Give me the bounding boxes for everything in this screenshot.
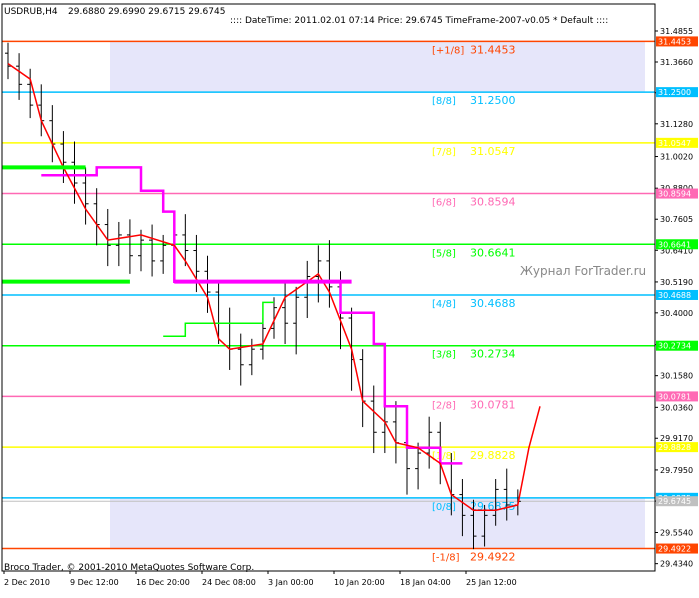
level-label: [-1/8] bbox=[432, 553, 460, 564]
level-value: 29.4922 bbox=[470, 551, 516, 564]
upper-zone bbox=[110, 41, 645, 93]
x-tick-label: 18 Jan 04:00 bbox=[400, 578, 451, 587]
chart-symbol: USDRUB,H4 bbox=[4, 7, 58, 17]
x-tick-label: 24 Dec 08:00 bbox=[202, 578, 256, 587]
price-tag-label: 30.0781 bbox=[658, 392, 691, 401]
x-tick-label: 10 Jan 20:00 bbox=[334, 578, 385, 587]
lower-zone bbox=[110, 497, 645, 549]
y-tick-label: 30.1580 bbox=[660, 372, 693, 381]
y-tick-label: 30.0360 bbox=[660, 403, 693, 412]
level-value: 29.8828 bbox=[470, 449, 516, 462]
price-chart[interactable]: [+1/8] 31.4453 [8/8] 31.2500 [7/8] 31.0547 [6/… bbox=[0, 0, 699, 594]
price-tag-label: 30.6641 bbox=[658, 240, 691, 249]
price-tag-label: 31.0547 bbox=[658, 139, 691, 148]
y-tick-label: 31.1280 bbox=[660, 120, 693, 129]
level-value: 30.8594 bbox=[470, 196, 516, 209]
level-label: [5/8] bbox=[432, 248, 456, 259]
indicator-status: :::: DateTime: 2011.02.01 07:14 Price: 2… bbox=[230, 16, 608, 26]
y-tick-label: 29.5540 bbox=[660, 528, 693, 537]
x-tick-label: 2 Dec 2010 bbox=[4, 578, 50, 587]
level-label: [4/8] bbox=[432, 299, 456, 310]
x-tick-label: 9 Dec 12:00 bbox=[70, 578, 119, 587]
level-label: [3/8] bbox=[432, 350, 456, 361]
x-tick-label: 3 Jan 00:00 bbox=[268, 578, 314, 587]
y-tick-label: 31.3660 bbox=[660, 58, 693, 67]
chart-ohlc: 29.6880 29.6990 29.6715 29.6745 bbox=[68, 7, 225, 17]
level-label: [+1/8] bbox=[432, 45, 464, 56]
price-tag-label: 31.4453 bbox=[658, 37, 691, 46]
level-value: 31.2500 bbox=[470, 94, 516, 107]
watermark: Журнал ForTrader.ru bbox=[520, 264, 646, 278]
level-value: 31.4453 bbox=[470, 43, 516, 56]
level-label: [2/8] bbox=[432, 400, 456, 411]
chart-svg[interactable]: [+1/8] 31.4453 [8/8] 31.2500 [7/8] 31.0547 [6/… bbox=[0, 0, 699, 594]
price-tag-label: 29.4922 bbox=[658, 545, 691, 554]
x-tick-label: 16 Dec 20:00 bbox=[136, 578, 190, 587]
price-tag-label: 30.2734 bbox=[658, 342, 691, 351]
y-tick-label: 31.0020 bbox=[660, 153, 693, 162]
level-value: 31.0547 bbox=[470, 145, 516, 158]
level-value: 30.4688 bbox=[470, 297, 516, 310]
level-value: 30.0781 bbox=[470, 398, 516, 411]
x-tick-label: 25 Jan 12:00 bbox=[466, 578, 517, 587]
y-tick-label: 29.7950 bbox=[660, 466, 693, 475]
level-label: [7/8] bbox=[432, 147, 456, 158]
level-value: 30.6641 bbox=[470, 246, 516, 259]
current-price-tag-label: 29.6745 bbox=[658, 497, 691, 506]
price-tag-label: 31.2500 bbox=[658, 88, 691, 97]
y-tick-label: 29.9170 bbox=[660, 434, 693, 443]
copyright: Broco Trader, © 2001-2010 MetaQuotes Sof… bbox=[4, 563, 254, 573]
level-label: [6/8] bbox=[432, 198, 456, 209]
y-tick-label: 31.4855 bbox=[660, 27, 693, 36]
level-value: 30.2734 bbox=[470, 348, 516, 361]
price-tag-label: 29.8828 bbox=[658, 443, 691, 452]
level-label: [0/8] bbox=[432, 502, 456, 513]
y-tick-label: 30.4000 bbox=[660, 309, 693, 318]
price-tag-label: 30.4688 bbox=[658, 291, 691, 300]
price-tag-label: 30.8594 bbox=[658, 190, 691, 199]
level-label: [8/8] bbox=[432, 96, 456, 107]
y-tick-label: 29.4340 bbox=[660, 560, 693, 569]
y-tick-label: 30.7605 bbox=[660, 215, 693, 224]
y-tick-label: 30.5190 bbox=[660, 278, 693, 287]
